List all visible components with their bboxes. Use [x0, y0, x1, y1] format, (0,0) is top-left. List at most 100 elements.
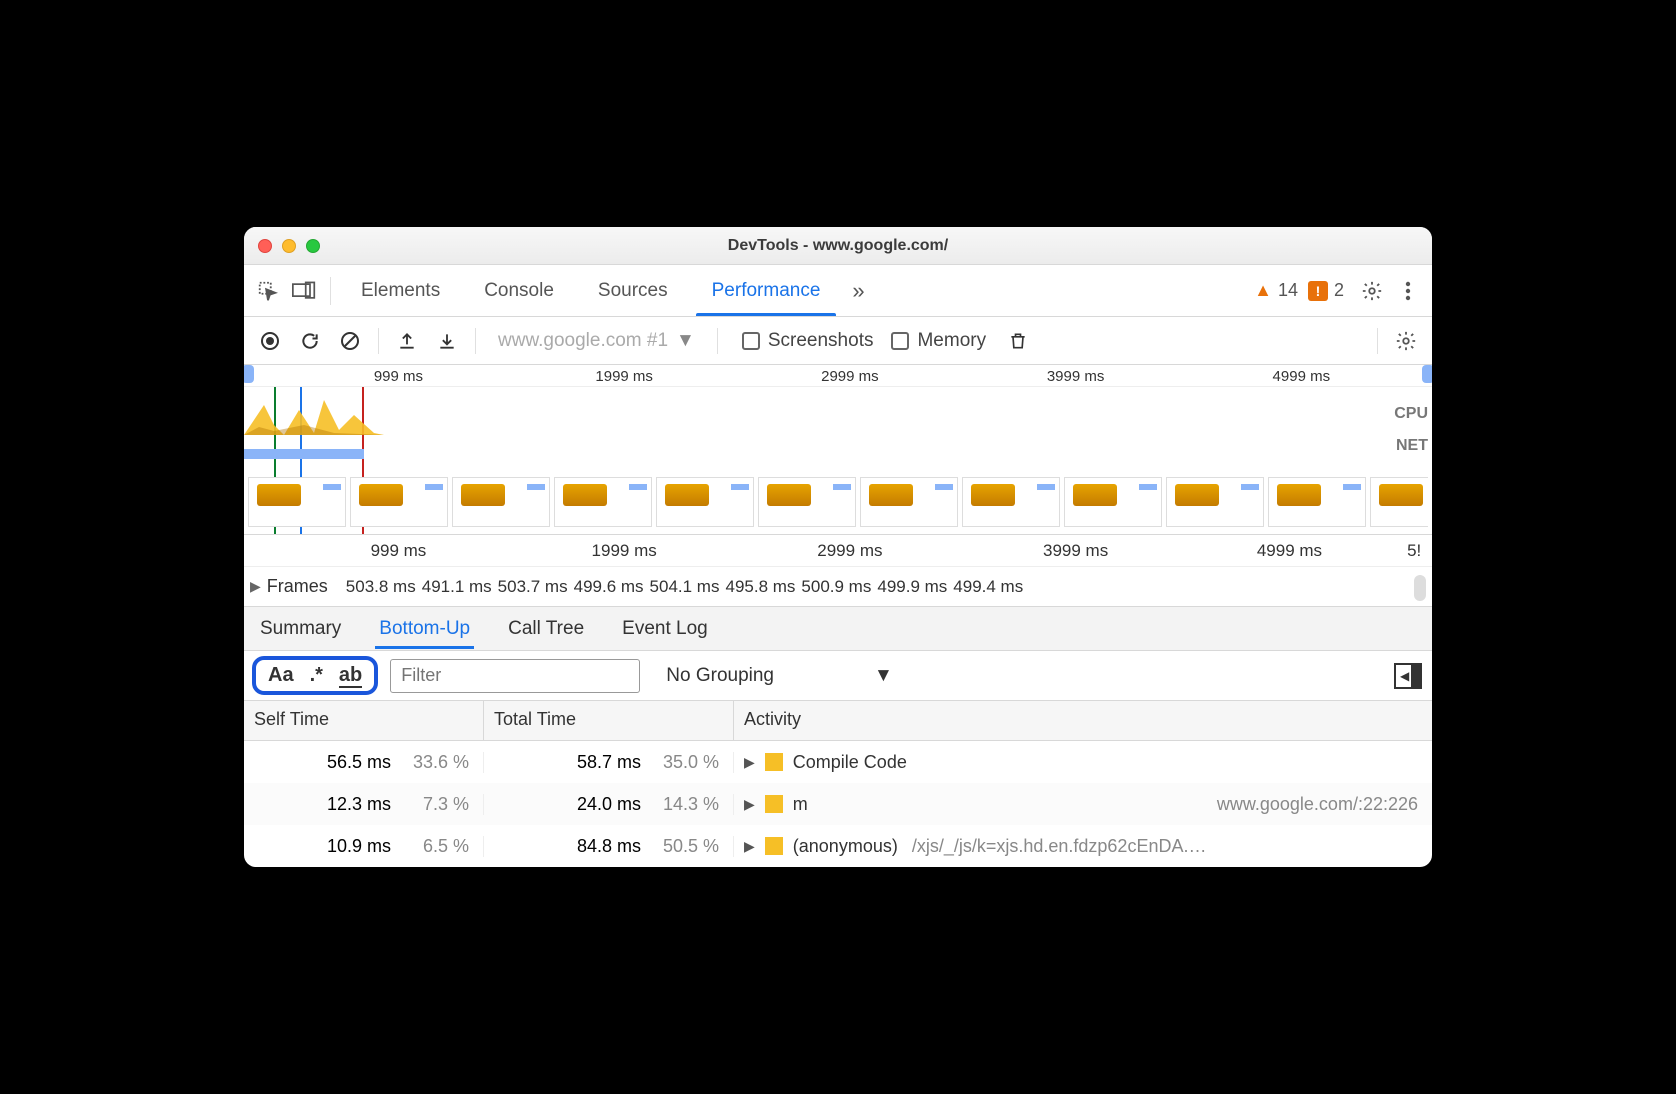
filmstrip-thumb[interactable]: [1064, 477, 1162, 527]
grouping-select[interactable]: No Grouping ▼: [666, 665, 893, 687]
capture-settings-gear-icon[interactable]: [1388, 323, 1424, 359]
device-toolbar-icon[interactable]: [286, 273, 322, 309]
separator: [378, 328, 379, 354]
tab-elements[interactable]: Elements: [339, 265, 462, 316]
filmstrip-thumb[interactable]: [860, 477, 958, 527]
filmstrip-thumb[interactable]: [1268, 477, 1366, 527]
frame-time: 504.1 ms: [650, 577, 720, 597]
activity-source[interactable]: /xjs/_/js/k=xjs.hd.en.fdzp62cEnDA.…: [912, 836, 1207, 857]
screenshots-checkbox[interactable]: Screenshots: [742, 330, 874, 352]
scrollbar[interactable]: [1414, 575, 1426, 601]
kebab-menu-icon[interactable]: [1390, 273, 1426, 309]
delete-profile-icon[interactable]: [1000, 323, 1036, 359]
regex-button[interactable]: .*: [310, 664, 323, 687]
self-pct: 33.6 %: [399, 752, 469, 773]
expand-arrow-icon[interactable]: ▶: [744, 754, 755, 771]
total-time-cell: 58.7 ms 35.0 %: [484, 752, 734, 773]
dropdown-chevron-icon: ▼: [874, 665, 893, 687]
ruler-tick: 2999 ms: [821, 368, 879, 385]
errors-badge[interactable]: ! 2: [1308, 280, 1344, 301]
frame-time: 503.8 ms: [346, 577, 416, 597]
activity-cell: ▶ m www.google.com/:22:226: [734, 794, 1432, 815]
expand-arrow-icon[interactable]: ▶: [744, 838, 755, 855]
download-profile-icon[interactable]: [429, 323, 465, 359]
table-row[interactable]: 10.9 ms 6.5 % 84.8 ms 50.5 % ▶ (anonymou…: [244, 825, 1432, 867]
net-label: NET: [1394, 437, 1428, 455]
filmstrip-thumb[interactable]: [554, 477, 652, 527]
reload-record-button[interactable]: [292, 323, 328, 359]
cpu-flame-graph: [244, 395, 384, 435]
screenshot-filmstrip: [248, 477, 1428, 527]
self-ms: 56.5 ms: [327, 752, 391, 773]
table-row[interactable]: 12.3 ms 7.3 % 24.0 ms 14.3 % ▶ m www.goo…: [244, 783, 1432, 825]
filmstrip-thumb[interactable]: [962, 477, 1060, 527]
activity-source[interactable]: www.google.com/:22:226: [1217, 794, 1418, 815]
clear-button[interactable]: [332, 323, 368, 359]
total-pct: 35.0 %: [649, 752, 719, 773]
self-time-cell: 10.9 ms 6.5 %: [244, 836, 484, 857]
filmstrip-thumb[interactable]: [1166, 477, 1264, 527]
inspect-element-icon[interactable]: [250, 273, 286, 309]
separator: [330, 277, 331, 305]
checkbox-icon: [742, 332, 760, 350]
settings-gear-icon[interactable]: [1354, 273, 1390, 309]
total-pct: 14.3 %: [649, 794, 719, 815]
tab-console[interactable]: Console: [462, 265, 576, 316]
recording-selector[interactable]: www.google.com #1 ▼: [486, 330, 707, 352]
tab-bottom-up[interactable]: Bottom-Up: [377, 610, 472, 648]
tab-sources[interactable]: Sources: [576, 265, 690, 316]
filmstrip-thumb[interactable]: [452, 477, 550, 527]
tab-event-log[interactable]: Event Log: [620, 610, 710, 648]
ruler-tick: 4999 ms: [1273, 368, 1331, 385]
filmstrip-thumb[interactable]: [656, 477, 754, 527]
col-activity[interactable]: Activity: [734, 701, 1432, 740]
table-row[interactable]: 56.5 ms 33.6 % 58.7 ms 35.0 % ▶ Compile …: [244, 741, 1432, 783]
ruler-tick: 999 ms: [371, 541, 427, 561]
more-tabs-icon[interactable]: »: [842, 278, 874, 304]
col-self-time[interactable]: Self Time: [244, 701, 484, 740]
memory-checkbox[interactable]: Memory: [891, 330, 986, 352]
timeline-overview[interactable]: 999 ms 1999 ms 2999 ms 3999 ms 4999 ms C…: [244, 365, 1432, 535]
frame-time: 499.4 ms: [953, 577, 1023, 597]
filmstrip-thumb[interactable]: [1370, 477, 1428, 527]
ruler-tick: 3999 ms: [1043, 541, 1108, 561]
panel-tabs: Elements Console Sources Performance: [339, 265, 842, 316]
ruler-tick: 4999 ms: [1257, 541, 1322, 561]
main-tabbar: Elements Console Sources Performance » ▲…: [244, 265, 1432, 317]
ruler-tick: 999 ms: [374, 368, 423, 385]
filmstrip-thumb[interactable]: [350, 477, 448, 527]
overview-window-handle-left[interactable]: [244, 365, 254, 383]
overview-window-handle-right[interactable]: [1422, 365, 1432, 383]
category-swatch-icon: [765, 753, 783, 771]
frames-track[interactable]: ▶ Frames 503.8 ms 491.1 ms 503.7 ms 499.…: [244, 567, 1432, 607]
expand-arrow-icon[interactable]: ▶: [250, 578, 261, 595]
tab-performance[interactable]: Performance: [690, 265, 843, 316]
expand-arrow-icon[interactable]: ▶: [744, 796, 755, 813]
frame-time: 495.8 ms: [725, 577, 795, 597]
total-pct: 50.5 %: [649, 836, 719, 857]
activity-name: m: [793, 794, 808, 815]
filmstrip-thumb[interactable]: [248, 477, 346, 527]
separator: [717, 328, 718, 354]
tab-summary[interactable]: Summary: [258, 610, 343, 648]
tab-call-tree[interactable]: Call Tree: [506, 610, 586, 648]
detail-ruler[interactable]: 999 ms 1999 ms 2999 ms 3999 ms 4999 ms 5…: [244, 535, 1432, 567]
self-pct: 7.3 %: [399, 794, 469, 815]
col-total-time[interactable]: Total Time: [484, 701, 734, 740]
recording-name: www.google.com #1: [498, 330, 668, 352]
warnings-badge[interactable]: ▲ 14: [1254, 280, 1298, 301]
filmstrip-thumb[interactable]: [758, 477, 856, 527]
activity-cell: ▶ (anonymous) /xjs/_/js/k=xjs.hd.en.fdzp…: [734, 836, 1432, 857]
total-ms: 24.0 ms: [577, 794, 641, 815]
self-ms: 10.9 ms: [327, 836, 391, 857]
toggle-sidebar-icon[interactable]: ◀: [1394, 663, 1422, 689]
separator: [1377, 328, 1378, 354]
self-pct: 6.5 %: [399, 836, 469, 857]
record-button[interactable]: [252, 323, 288, 359]
detail-tabs: Summary Bottom-Up Call Tree Event Log: [244, 607, 1432, 651]
overview-track-labels: CPU NET: [1394, 405, 1428, 469]
filter-input[interactable]: [390, 659, 640, 693]
upload-profile-icon[interactable]: [389, 323, 425, 359]
match-whole-word-button[interactable]: ab: [339, 664, 362, 687]
match-case-button[interactable]: Aa: [268, 664, 294, 687]
